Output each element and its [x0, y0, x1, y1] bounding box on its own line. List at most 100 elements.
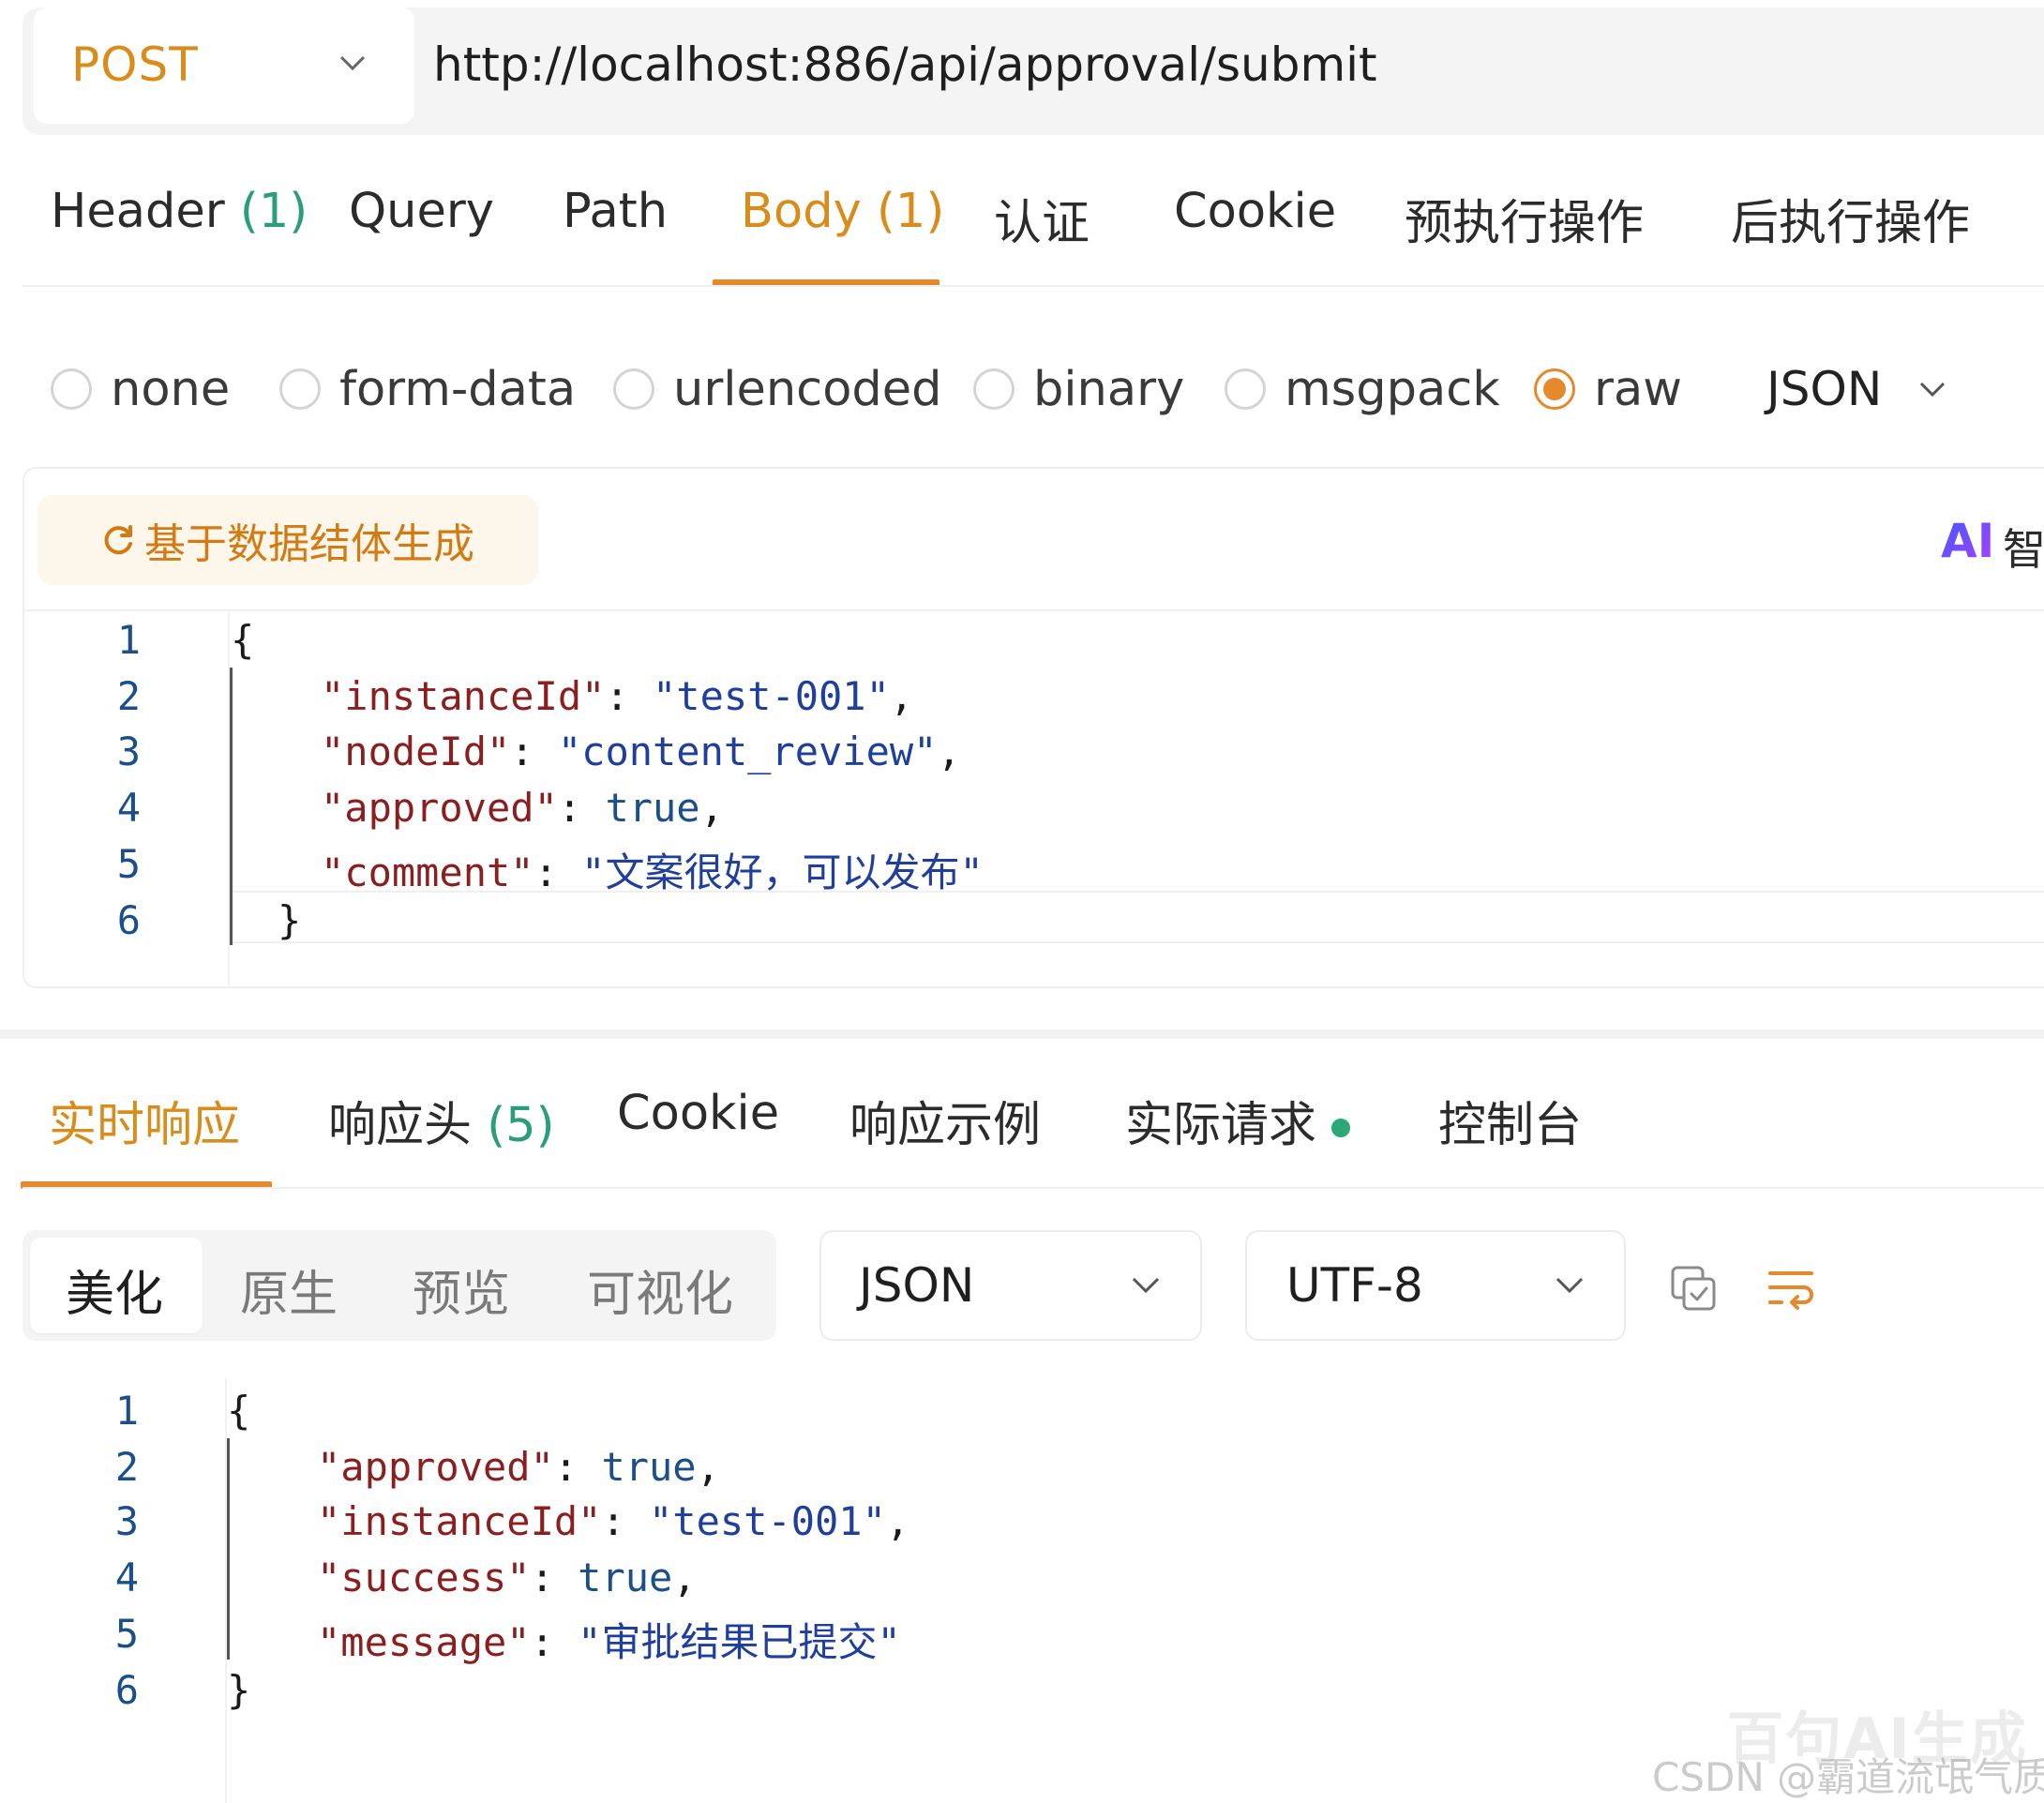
json-value: "test-001" — [649, 1498, 886, 1544]
code-line: } — [278, 897, 302, 943]
line-number: 6 — [114, 1667, 139, 1713]
refresh-icon — [104, 525, 132, 555]
tab-post-request[interactable]: 后执行操作 — [1731, 184, 1970, 253]
tab-label: 预执行操作 — [1405, 196, 1645, 251]
ai-logo[interactable]: AI — [1941, 514, 1994, 568]
json-key: "approved" — [317, 1444, 554, 1490]
encoding-label: UTF-8 — [1286, 1258, 1423, 1313]
tab-body[interactable]: Body (1) — [741, 184, 944, 239]
radio-circle[interactable] — [1225, 368, 1266, 410]
tab-label: 实时响应 — [49, 1098, 241, 1153]
radio-binary[interactable]: binary — [973, 356, 1184, 422]
json-key: "success" — [317, 1555, 531, 1600]
format-label: JSON — [1766, 362, 1883, 416]
json-key: "message" — [317, 1619, 531, 1665]
radio-circle[interactable] — [279, 368, 321, 410]
tab-count: (1) — [876, 184, 945, 239]
code-line: "message": "审批结果已提交" — [317, 1619, 901, 1665]
generate-label: 基于数据结体生成 — [144, 520, 474, 568]
json-value: true — [578, 1555, 673, 1600]
view-mode-visualize[interactable]: 可视化 — [587, 1255, 733, 1325]
radio-label: raw — [1594, 361, 1682, 417]
ai-text[interactable]: 智 — [2003, 516, 2044, 578]
code-line: "approved": true, — [317, 1444, 720, 1490]
tab-path[interactable]: Path — [563, 184, 668, 239]
radio-label: form-data — [339, 361, 577, 417]
chevron-down-icon[interactable] — [1129, 1271, 1163, 1300]
tab-response-cookie[interactable]: Cookie — [617, 1086, 779, 1141]
tab-console[interactable]: 控制台 — [1438, 1086, 1582, 1155]
radio-circle[interactable] — [613, 368, 654, 410]
code-line: { — [227, 1388, 251, 1434]
tab-label: 认证 — [994, 196, 1090, 251]
indent-guide — [230, 668, 233, 945]
radio-circle-selected[interactable] — [1534, 368, 1575, 410]
radio-msgpack[interactable]: msgpack — [1225, 356, 1500, 422]
tab-label: 响应示例 — [849, 1098, 1042, 1153]
json-key: "nodeId" — [321, 729, 511, 774]
code-line: "comment": "文案很好，可以发布" — [321, 849, 984, 895]
tab-label: Query — [349, 184, 494, 239]
line-number: 1 — [116, 617, 141, 663]
json-value: "审批结果已提交" — [578, 1619, 901, 1665]
line-number: 4 — [114, 1555, 139, 1600]
method-label: POST — [71, 38, 199, 92]
indent-guide — [227, 1438, 230, 1660]
divider — [23, 1187, 2044, 1189]
tab-label: Cookie — [1174, 184, 1337, 239]
panel-splitter[interactable] — [0, 1029, 2044, 1039]
radio-form-data[interactable]: form-data — [279, 356, 576, 422]
radio-urlencoded[interactable]: urlencoded — [613, 356, 942, 422]
chevron-down-icon[interactable] — [1916, 375, 1948, 403]
divider — [23, 285, 2044, 287]
current-line-highlight — [233, 941, 2044, 943]
view-mode-preview[interactable]: 预览 — [413, 1255, 510, 1325]
line-number: 5 — [116, 841, 141, 887]
view-mode-raw[interactable]: 原生 — [240, 1255, 338, 1325]
tab-response-example[interactable]: 响应示例 — [849, 1086, 1041, 1155]
watermark-csdn: CSDN @霸道流氓气质 — [1652, 1754, 2044, 1800]
tab-count: (1) — [239, 184, 308, 239]
tab-label: Cookie — [617, 1086, 780, 1141]
tab-label: 响应头 — [328, 1098, 473, 1153]
generate-from-schema-button[interactable]: 基于数据结体生成 — [38, 495, 538, 585]
chevron-down-icon[interactable] — [336, 49, 369, 77]
copy-icon[interactable] — [1669, 1264, 1720, 1315]
tab-auth[interactable]: 认证 — [994, 184, 1090, 253]
tab-label: 后执行操作 — [1731, 196, 1971, 251]
json-value: true — [601, 1444, 697, 1490]
radio-raw[interactable]: raw — [1534, 356, 1682, 422]
tab-live-response[interactable]: 实时响应 — [49, 1086, 240, 1155]
view-mode-pretty[interactable]: 美化 — [66, 1255, 163, 1325]
radio-none[interactable]: none — [51, 356, 230, 422]
radio-circle[interactable] — [973, 368, 1014, 410]
code-line: "instanceId": "test-001", — [317, 1498, 910, 1544]
tab-header[interactable]: Header (1) — [51, 184, 308, 239]
word-wrap-icon[interactable] — [1766, 1264, 1817, 1315]
code-line: "success": true, — [317, 1555, 697, 1600]
json-value: "test-001" — [653, 673, 890, 719]
json-key: "instanceId" — [317, 1498, 602, 1544]
line-number: 5 — [114, 1611, 139, 1657]
url-input[interactable]: http://localhost:886/api/approval/submit — [433, 38, 1377, 92]
tab-pre-request[interactable]: 预执行操作 — [1405, 184, 1644, 253]
tab-label: Body — [741, 184, 862, 239]
tab-response-headers[interactable]: 响应头 (5) — [328, 1086, 554, 1155]
chevron-down-icon[interactable] — [1553, 1271, 1586, 1300]
json-key: "approved" — [321, 785, 558, 831]
radio-label: msgpack — [1285, 361, 1500, 417]
json-value: "文案很好，可以发布" — [581, 849, 984, 895]
tab-label: Path — [563, 184, 669, 239]
json-key: "comment" — [321, 849, 534, 895]
tab-actual-request[interactable]: 实际请求 — [1125, 1086, 1351, 1155]
radio-circle[interactable] — [51, 368, 92, 410]
divider — [24, 609, 2044, 611]
line-number: 3 — [114, 1498, 139, 1544]
tab-count: (5) — [487, 1098, 555, 1153]
body-format-select[interactable]: JSON — [1766, 356, 1882, 422]
tab-cookie[interactable]: Cookie — [1174, 184, 1336, 239]
tab-query[interactable]: Query — [349, 184, 494, 239]
radio-label: none — [111, 361, 231, 417]
tab-label: Header — [51, 184, 225, 239]
code-line: } — [227, 1667, 251, 1713]
